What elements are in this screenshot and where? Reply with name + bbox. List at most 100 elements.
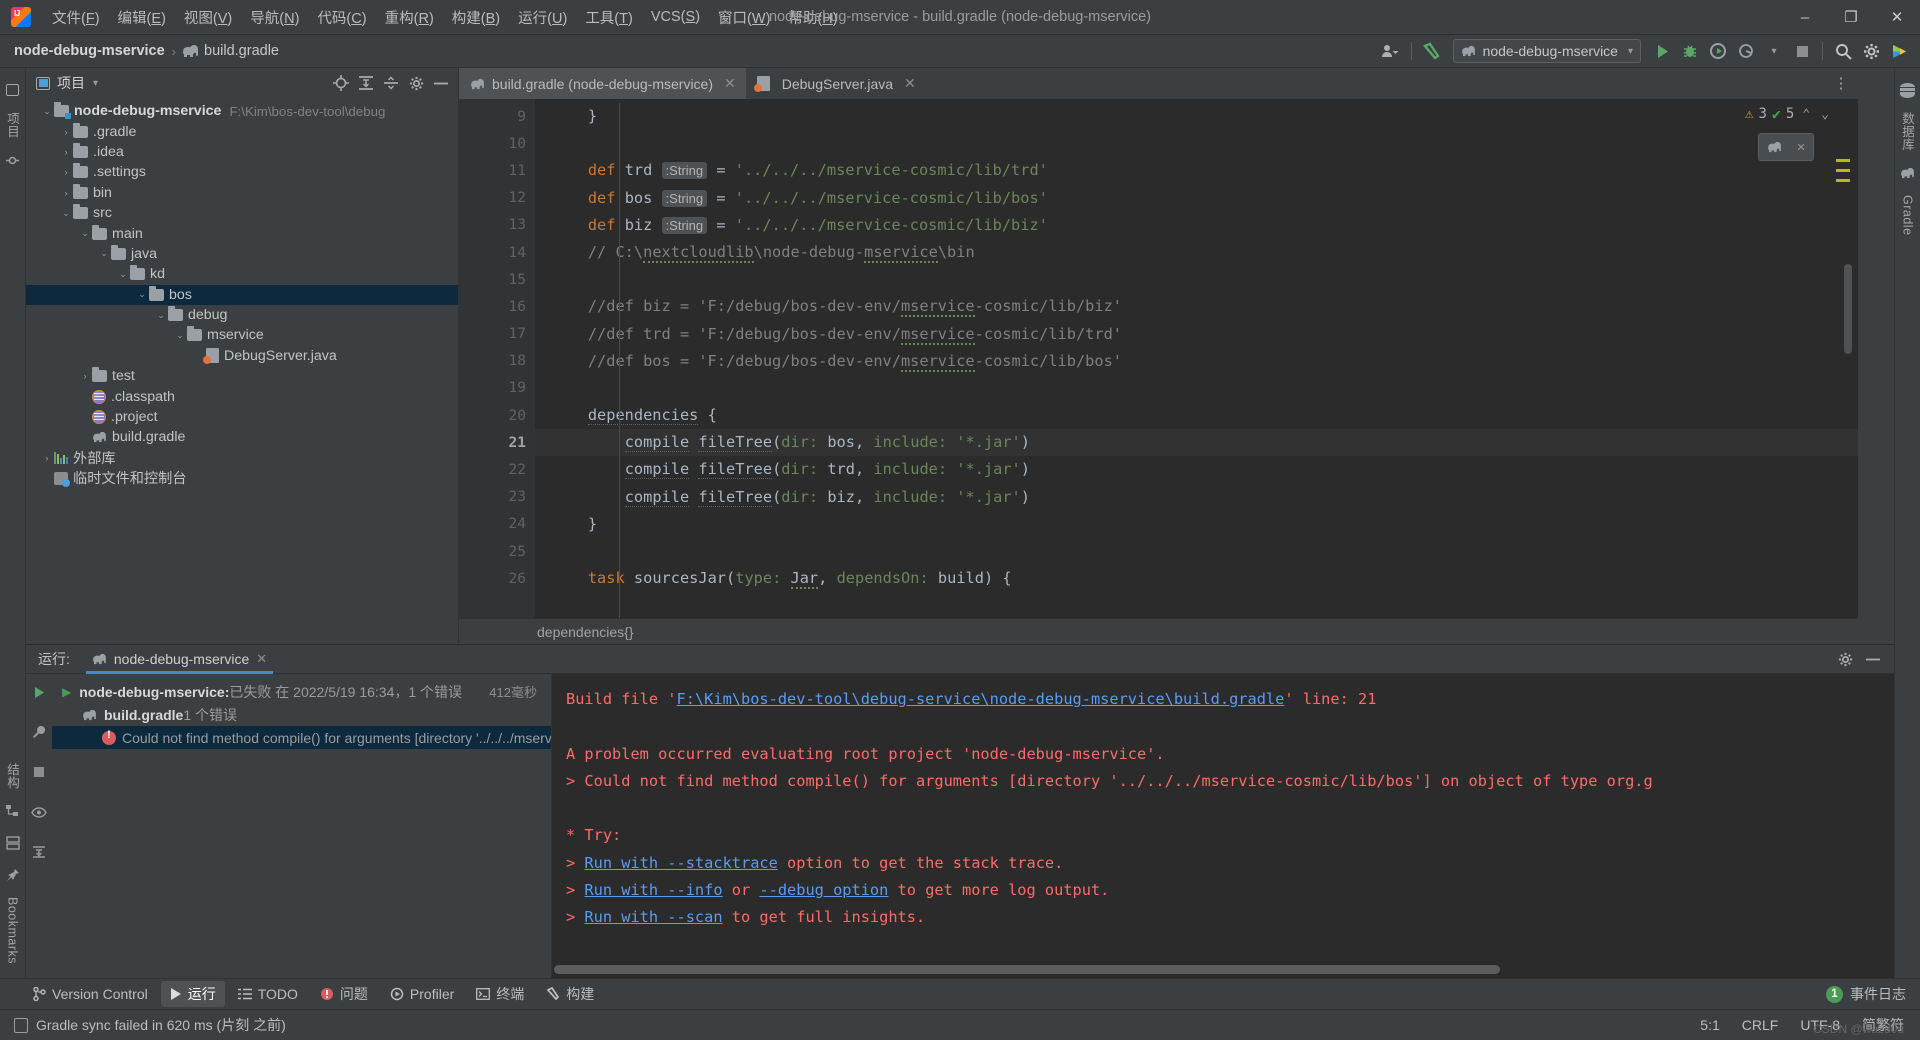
code-line-22[interactable]: compile fileTree(dir: trd, include: '*.j…	[535, 456, 1858, 483]
user-share-icon[interactable]	[1378, 38, 1404, 64]
gutter-line-23[interactable]: 23	[459, 484, 535, 511]
code-content[interactable]: } def trd :String = '../../../mservice-c…	[535, 99, 1858, 618]
tree-node-main[interactable]: ⌄main	[26, 223, 458, 243]
tree-expander-collapsed[interactable]: ›	[59, 127, 73, 137]
gutter-line-26[interactable]: 26−▶	[459, 565, 535, 592]
strip-label-database[interactable]: 数据库	[1898, 106, 1917, 157]
gutter-line-18[interactable]: 18⌐	[459, 348, 535, 375]
eye-icon[interactable]	[29, 802, 49, 822]
gradle-refresh-icon[interactable]	[1768, 142, 1781, 152]
tree-node-.project[interactable]: .project	[26, 407, 458, 427]
strip-label-structure[interactable]: 结构	[3, 757, 22, 795]
tree-node-node-debug-mservice[interactable]: ⌄node-debug-mserviceF:\Kim\bos-dev-tool\…	[26, 101, 458, 121]
project-tree[interactable]: ⌄node-debug-mserviceF:\Kim\bos-dev-tool\…	[26, 98, 458, 644]
console-link[interactable]: Run with --info	[584, 881, 722, 899]
build-hammer-icon[interactable]	[1419, 38, 1445, 64]
code-line-20[interactable]: dependencies {	[535, 402, 1858, 429]
tree-node-bos[interactable]: ⌄bos	[26, 285, 458, 305]
gutter-line-19[interactable]: 19	[459, 375, 535, 402]
run-results-tree[interactable]: ▶node-debug-mservice: 已失败 在 2022/5/19 16…	[52, 674, 552, 978]
code-line-14[interactable]: // C:\nextcloudlib\node-debug-mservice\b…	[535, 239, 1858, 266]
tree-expander-collapsed[interactable]: ›	[40, 453, 54, 463]
console-link[interactable]: Run with --stacktrace	[584, 854, 777, 872]
code-line-9[interactable]: }	[535, 103, 1858, 130]
tree-node-test[interactable]: ›test	[26, 366, 458, 386]
breadcrumb[interactable]: node-debug-mservice › build.gradle	[0, 43, 279, 59]
menu-item-5[interactable]: 重构(R)	[376, 4, 443, 31]
bottom-tab-终端[interactable]: 终端	[467, 981, 533, 1007]
menu-item-2[interactable]: 视图(V)	[175, 4, 241, 31]
editor-breadcrumbs[interactable]: dependencies{}	[459, 618, 1858, 644]
tree-node-build.gradle[interactable]: build.gradle	[26, 427, 458, 447]
tree-expander-expanded[interactable]: ⌄	[40, 106, 54, 117]
structure-icon[interactable]	[3, 801, 23, 821]
code-line-19[interactable]	[535, 375, 1858, 402]
console-link[interactable]: F:\Kim\bos-dev-tool\debug-service\node-d…	[677, 690, 1285, 708]
tree-node-.settings[interactable]: ›.settings	[26, 162, 458, 182]
menu-item-3[interactable]: 导航(N)	[241, 4, 308, 31]
run-tree-row-1[interactable]: build.gradle 1 个错误	[52, 703, 551, 726]
commit-tool-icon[interactable]	[3, 150, 23, 170]
minimize-button[interactable]: –	[1782, 0, 1828, 35]
tree-node-java[interactable]: ⌄java	[26, 244, 458, 264]
error-stripe-marks[interactable]	[1836, 159, 1850, 189]
tree-node-.classpath[interactable]: .classpath	[26, 386, 458, 406]
tree-expander-collapsed[interactable]: ›	[59, 147, 73, 157]
tree-expander-expanded[interactable]: ⌄	[173, 330, 187, 341]
bottom-tab-TODO[interactable]: TODO	[229, 983, 307, 1005]
event-log-area[interactable]: 1 事件日志	[1826, 984, 1920, 1004]
profiler-dropdown-icon[interactable]: ▾	[1761, 38, 1787, 64]
tree-node-bin[interactable]: ›bin	[26, 183, 458, 203]
maximize-button[interactable]: ❐	[1828, 0, 1874, 35]
tree-expander-expanded[interactable]: ⌄	[78, 228, 92, 239]
line-separator[interactable]: CRLF	[1742, 1017, 1779, 1033]
code-line-16[interactable]: //def biz = 'F:/debug/bos-dev-env/mservi…	[535, 293, 1858, 320]
code-line-10[interactable]	[535, 130, 1858, 157]
menu-item-9[interactable]: VCS(S)	[642, 6, 709, 28]
gutter-line-25[interactable]: 25	[459, 538, 535, 565]
code-line-25[interactable]	[535, 538, 1858, 565]
caret-position[interactable]: 5:1	[1700, 1017, 1719, 1033]
menu-item-11[interactable]: 帮助(H)	[779, 4, 846, 31]
tree-expander-expanded[interactable]: ⌄	[97, 248, 111, 259]
gutter-line-17[interactable]: 17	[459, 321, 535, 348]
gradle-import-notification[interactable]: ✕	[1758, 133, 1814, 161]
stop-icon[interactable]	[29, 762, 49, 782]
run-tree-row-2[interactable]: Could not find method compile() for argu…	[52, 726, 551, 749]
editor-tab-bar[interactable]: build.gradle (node-debug-mservice)✕Debug…	[459, 68, 1858, 99]
code-line-24[interactable]: }	[535, 511, 1858, 538]
gutter-line-14[interactable]: 14⌐	[459, 239, 535, 266]
chevron-down-icon[interactable]: ▾	[93, 78, 98, 89]
close-icon[interactable]: ✕	[256, 651, 267, 667]
strip-label-gradle[interactable]: Gradle	[1901, 189, 1915, 242]
code-line-21[interactable]: compile fileTree(dir: bos, include: '*.j…	[535, 429, 1858, 456]
expand-icon[interactable]	[29, 842, 49, 862]
bottom-tab-问题[interactable]: 问题	[311, 981, 377, 1007]
bottom-tab-运行[interactable]: 运行	[161, 981, 225, 1007]
console-link[interactable]: Run with --scan	[584, 908, 722, 926]
event-log-label[interactable]: 事件日志	[1850, 984, 1906, 1004]
strip-label-bookmarks[interactable]: Bookmarks	[6, 891, 20, 970]
ide-updates-icon[interactable]	[1886, 38, 1912, 64]
console-horizontal-scrollbar[interactable]	[554, 965, 1868, 974]
search-icon[interactable]	[1830, 38, 1856, 64]
tree-node-DebugServer.java[interactable]: DebugServer.java	[26, 346, 458, 366]
menu-item-1[interactable]: 编辑(E)	[109, 4, 175, 31]
bottom-tab-Version Control[interactable]: Version Control	[24, 983, 157, 1005]
favorites-icon[interactable]	[3, 833, 23, 853]
tree-node-外部库[interactable]: ›外部库	[26, 448, 458, 468]
code-line-11[interactable]: def trd :String = '../../../mservice-cos…	[535, 157, 1858, 184]
close-icon[interactable]: ✕	[724, 75, 736, 92]
bookmarks-pin-icon[interactable]	[3, 865, 23, 885]
tree-expander-collapsed[interactable]: ›	[59, 188, 73, 198]
window-controls[interactable]: – ❐ ✕	[1782, 0, 1920, 35]
gutter-line-15[interactable]: 15	[459, 266, 535, 293]
stop-icon[interactable]	[1789, 38, 1815, 64]
gutter-line-9[interactable]: 9⌐	[459, 103, 535, 130]
menu-item-10[interactable]: 窗口(W)	[709, 4, 779, 31]
code-line-17[interactable]: //def trd = 'F:/debug/bos-dev-env/mservi…	[535, 321, 1858, 348]
editor-tab-1[interactable]: DebugServer.java✕	[746, 68, 926, 99]
locate-icon[interactable]	[330, 72, 352, 94]
next-highlight-icon[interactable]: ⌄	[1818, 107, 1832, 122]
code-line-18[interactable]: //def bos = 'F:/debug/bos-dev-env/mservi…	[535, 348, 1858, 375]
